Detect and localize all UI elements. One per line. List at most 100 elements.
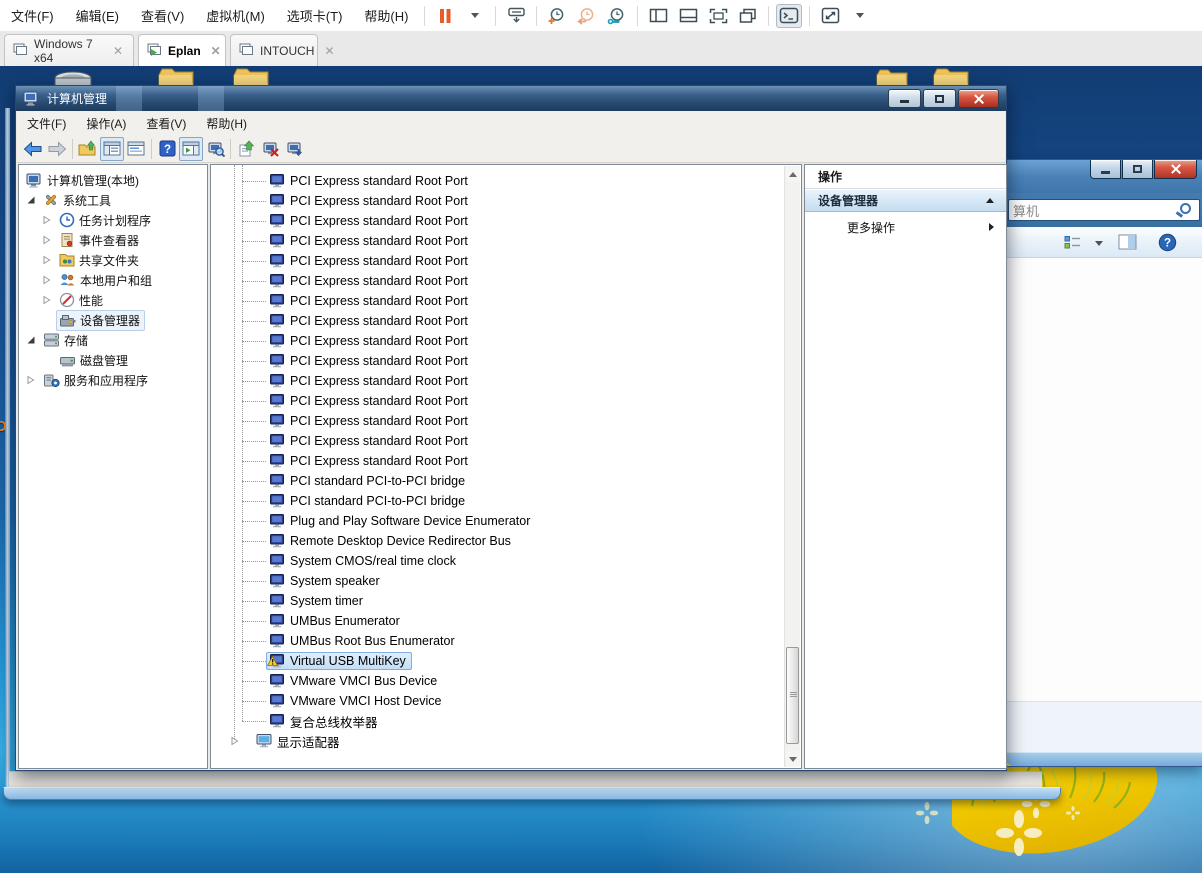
- collapse-icon[interactable]: [26, 195, 36, 205]
- device-row[interactable]: System speaker: [211, 571, 766, 591]
- device-row[interactable]: PCI Express standard Root Port: [211, 251, 766, 271]
- device-row[interactable]: PCI Express standard Root Port: [211, 451, 766, 471]
- suspend-caret-button[interactable]: [462, 4, 488, 28]
- device-row[interactable]: PCI Express standard Root Port: [211, 371, 766, 391]
- fit-caret-button[interactable]: [847, 4, 873, 28]
- menu-vm[interactable]: 虚拟机(M): [195, 0, 276, 31]
- close-tab-icon[interactable]: ✕: [111, 44, 125, 58]
- forward-button[interactable]: [45, 137, 69, 161]
- help-button[interactable]: ?: [155, 137, 179, 161]
- cm-menu-help[interactable]: 帮助(H): [196, 115, 257, 132]
- expand-icon[interactable]: [42, 255, 52, 265]
- show-thumbnail-bar-button[interactable]: [675, 4, 701, 28]
- tree-item[interactable]: 任务计划程序: [19, 210, 207, 230]
- actions-section-devicemanager[interactable]: 设备管理器: [805, 190, 1006, 212]
- close-tab-icon[interactable]: ✕: [322, 44, 336, 58]
- device-row[interactable]: PCI standard PCI-to-PCI bridge: [211, 491, 766, 511]
- tree-item[interactable]: 事件查看器: [19, 230, 207, 250]
- collapse-icon[interactable]: [26, 335, 36, 345]
- cm-menu-action[interactable]: 操作(A): [76, 115, 136, 132]
- device-row[interactable]: PCI Express standard Root Port: [211, 391, 766, 411]
- disable-device-button[interactable]: [282, 137, 306, 161]
- minimize-button[interactable]: [1090, 160, 1121, 179]
- preview-pane-button[interactable]: [1118, 234, 1138, 256]
- tree-item[interactable]: 服务和应用程序: [19, 370, 207, 390]
- cm-titlebar[interactable]: 计算机管理: [16, 86, 1006, 111]
- tab-eplan[interactable]: Eplan ✕: [138, 34, 226, 66]
- desktop-folder-icon[interactable]: [932, 68, 970, 86]
- desktop-folder-icon[interactable]: [157, 68, 195, 86]
- tree-item[interactable]: 磁盘管理: [19, 350, 207, 370]
- maximize-button[interactable]: [1122, 160, 1153, 179]
- tree-item[interactable]: 性能: [19, 290, 207, 310]
- close-button[interactable]: [1154, 160, 1197, 179]
- tree-item[interactable]: 本地用户和组: [19, 270, 207, 290]
- fullscreen-button[interactable]: [705, 4, 731, 28]
- vertical-scrollbar[interactable]: [784, 166, 800, 767]
- send-ctrl-alt-del-button[interactable]: [503, 4, 529, 28]
- tree-item[interactable]: 系统工具: [19, 190, 207, 210]
- menu-view[interactable]: 查看(V): [130, 0, 195, 31]
- device-row[interactable]: PCI standard PCI-to-PCI bridge: [211, 471, 766, 491]
- tree-item[interactable]: 存储: [19, 330, 207, 350]
- take-snapshot-button[interactable]: [544, 4, 570, 28]
- device-row[interactable]: VMware VMCI Host Device: [211, 691, 766, 711]
- device-row[interactable]: UMBus Enumerator: [211, 611, 766, 631]
- device-row[interactable]: PCI Express standard Root Port: [211, 311, 766, 331]
- properties-button[interactable]: [124, 137, 148, 161]
- menu-edit[interactable]: 编辑(E): [65, 0, 130, 31]
- device-row[interactable]: Virtual USB MultiKey: [211, 651, 766, 671]
- suspend-button[interactable]: [432, 4, 458, 28]
- maximize-button[interactable]: [923, 89, 956, 108]
- device-row[interactable]: PCI Express standard Root Port: [211, 291, 766, 311]
- action-pane-toggle-button[interactable]: [179, 137, 203, 161]
- scroll-down-button[interactable]: [786, 751, 800, 767]
- device-row[interactable]: UMBus Root Bus Enumerator: [211, 631, 766, 651]
- fit-guest-button[interactable]: [817, 4, 843, 28]
- expand-icon[interactable]: [42, 295, 52, 305]
- expand-icon[interactable]: [42, 215, 52, 225]
- expand-icon[interactable]: [230, 736, 240, 746]
- tab-windows7[interactable]: Windows 7 x64 ✕: [4, 34, 134, 66]
- device-row[interactable]: PCI Express standard Root Port: [211, 431, 766, 451]
- device-row[interactable]: PCI Express standard Root Port: [211, 331, 766, 351]
- menu-help[interactable]: 帮助(H): [353, 0, 419, 31]
- search-icon[interactable]: [1180, 203, 1191, 214]
- scroll-up-button[interactable]: [786, 166, 800, 182]
- show-library-button[interactable]: [645, 4, 671, 28]
- menu-tabs[interactable]: 选项卡(T): [276, 0, 354, 31]
- console-tree-toggle-button[interactable]: [100, 137, 124, 161]
- views-caret-icon[interactable]: [1095, 241, 1103, 246]
- device-row[interactable]: System CMOS/real time clock: [211, 551, 766, 571]
- manage-snapshots-button[interactable]: [604, 4, 630, 28]
- desktop-folder-icon[interactable]: [875, 69, 909, 86]
- device-category-row[interactable]: 显示适配器: [211, 731, 766, 751]
- scan-hardware-button[interactable]: [203, 137, 227, 161]
- expand-icon[interactable]: [26, 375, 36, 385]
- desktop-folder-icon[interactable]: [232, 68, 270, 86]
- views-button[interactable]: [1064, 235, 1086, 255]
- device-row[interactable]: Remote Desktop Device Redirector Bus: [211, 531, 766, 551]
- device-row[interactable]: VMware VMCI Bus Device: [211, 671, 766, 691]
- search-input[interactable]: 算机: [1008, 199, 1200, 221]
- close-button[interactable]: [958, 89, 999, 108]
- device-row[interactable]: PCI Express standard Root Port: [211, 211, 766, 231]
- cm-menu-file[interactable]: 文件(F): [17, 115, 76, 132]
- uninstall-device-button[interactable]: [258, 137, 282, 161]
- cm-menu-view[interactable]: 查看(V): [136, 115, 196, 132]
- help-button[interactable]: ?: [1158, 233, 1177, 257]
- expand-icon[interactable]: [42, 275, 52, 285]
- scrollbar-thumb[interactable]: [786, 647, 799, 744]
- tab-intouch[interactable]: INTOUCH ✕: [230, 34, 318, 66]
- unity-button[interactable]: [735, 4, 761, 28]
- collapse-icon[interactable]: [986, 198, 994, 203]
- more-actions-item[interactable]: 更多操作: [805, 216, 1006, 238]
- tree-item[interactable]: 共享文件夹: [19, 250, 207, 270]
- device-row[interactable]: 复合总线枚举器: [211, 711, 766, 731]
- device-row[interactable]: PCI Express standard Root Port: [211, 411, 766, 431]
- device-row[interactable]: PCI Express standard Root Port: [211, 191, 766, 211]
- tree-item[interactable]: 设备管理器: [19, 310, 207, 330]
- minimize-button[interactable]: [888, 89, 921, 108]
- export-list-button[interactable]: [234, 137, 258, 161]
- device-row[interactable]: PCI Express standard Root Port: [211, 171, 766, 191]
